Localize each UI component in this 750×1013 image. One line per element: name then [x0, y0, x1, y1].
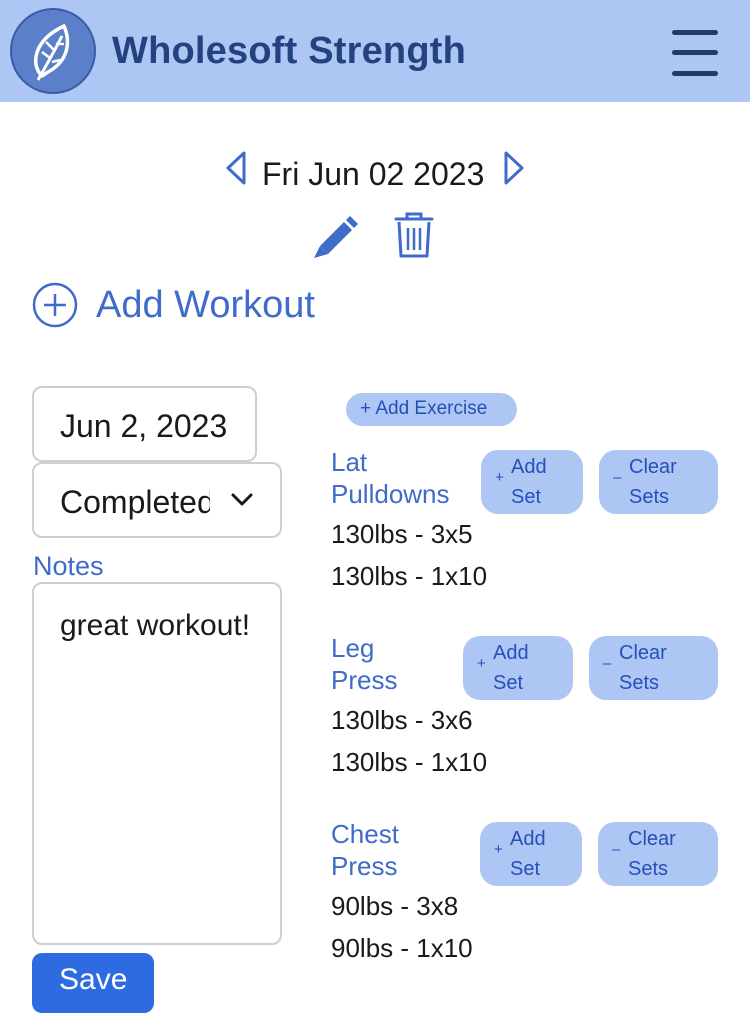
save-button[interactable]: Save [32, 953, 154, 1013]
app-title: Wholesoft Strength [112, 30, 467, 72]
exercise-name: Leg Press [331, 633, 398, 695]
date-navigator: Fri Jun 02 2023 [0, 150, 750, 194]
minus-icon: – [613, 469, 622, 486]
set-entry: 90lbs - 1x10 [331, 933, 473, 963]
hamburger-menu-icon[interactable] [672, 30, 718, 78]
exercise-card: Leg Press + Add Set – Clear Sets 130lbs … [331, 632, 731, 782]
add-set-button[interactable]: + Add Set [463, 636, 573, 700]
add-exercise-button[interactable]: + Add Exercise [346, 393, 517, 426]
workout-status-value: Completed [60, 484, 210, 520]
set-entry: 130lbs - 1x10 [331, 747, 488, 777]
minus-icon: – [612, 841, 621, 858]
exercise-card: Chest Press + Add Set – Clear Sets 90lbs… [331, 818, 731, 968]
chevron-left-icon[interactable] [224, 150, 248, 191]
set-entry: 130lbs - 1x10 [331, 561, 488, 591]
exercise-name: Lat Pulldowns [331, 447, 450, 509]
plus-icon: + [494, 841, 503, 858]
plus-icon: + [495, 469, 504, 486]
add-set-button[interactable]: + Add Set [480, 822, 582, 886]
add-exercise-label: + Add Exercise [360, 398, 488, 419]
set-entry: 90lbs - 3x8 [331, 891, 459, 921]
add-set-button[interactable]: + Add Set [481, 450, 583, 514]
trash-icon[interactable] [392, 210, 436, 265]
set-entry: 130lbs - 3x5 [331, 519, 473, 549]
app-header: Wholesoft Strength [0, 0, 750, 102]
exercise-card: Lat Pulldowns + Add Set – Clear Sets 130… [331, 446, 731, 596]
plus-circle-icon [32, 282, 78, 333]
clear-sets-button[interactable]: – Clear Sets [599, 450, 718, 514]
pencil-icon[interactable] [312, 210, 360, 263]
notes-text: great workout! [60, 609, 251, 642]
plus-icon: + [477, 655, 486, 672]
leaf-icon[interactable] [10, 8, 96, 94]
chevron-right-icon[interactable] [502, 150, 526, 191]
notes-label: Notes [33, 551, 104, 581]
clear-sets-button[interactable]: – Clear Sets [598, 822, 718, 886]
workout-date-value: Jun 2, 2023 [60, 408, 228, 444]
current-date: Fri Jun 02 2023 [262, 156, 485, 192]
add-workout-label: Add Workout [96, 284, 315, 326]
minus-icon: – [603, 655, 612, 672]
clear-sets-button[interactable]: – Clear Sets [589, 636, 718, 700]
workout-status-select[interactable]: Completed [32, 462, 282, 538]
exercise-name: Chest Press [331, 819, 399, 881]
workout-date-field[interactable]: Jun 2, 2023 [32, 386, 257, 462]
notes-textarea[interactable]: great workout! [32, 582, 282, 945]
save-button-label: Save [59, 963, 128, 996]
set-entry: 130lbs - 3x6 [331, 705, 473, 735]
chevron-down-icon [230, 492, 254, 513]
